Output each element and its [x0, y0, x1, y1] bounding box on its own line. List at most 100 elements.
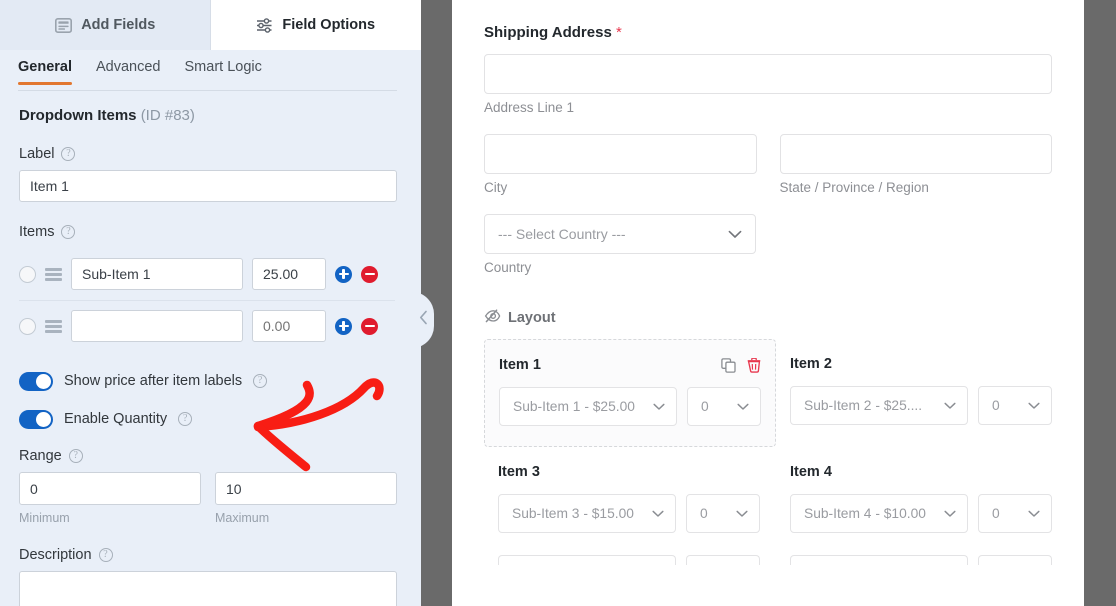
chevron-down-icon — [653, 403, 665, 411]
city-input[interactable] — [484, 134, 757, 174]
city-state-row: City State / Province / Region — [484, 134, 1052, 195]
layout-grid: Item 1 Sub-Item 1 - $25.00 0 Item 2 Sub-… — [484, 339, 1052, 553]
item-select-value: Sub-Item 1 - $25.00 — [513, 399, 635, 414]
show-price-toggle-label: Show price after item labels — [64, 373, 243, 389]
item-select-value: Sub-Item 3 - $15.00 — [512, 506, 634, 521]
city-caption: City — [484, 180, 508, 195]
item-row — [19, 300, 397, 352]
help-icon-enable-quantity[interactable]: ? — [178, 412, 193, 426]
range-min-input[interactable] — [19, 472, 201, 505]
item-price-input[interactable] — [252, 258, 326, 290]
copy-icon[interactable] — [721, 357, 736, 373]
toggle-row-show-price: Show price after item labels ? — [19, 362, 397, 400]
item-name-input[interactable] — [71, 310, 243, 342]
panel-tab-bar: Add Fields Field Options — [0, 0, 421, 50]
item-select[interactable]: Sub-Item 2 - $25.... — [790, 386, 968, 425]
item-select-partial[interactable] — [498, 555, 676, 565]
sub-tab-general[interactable]: General — [18, 59, 72, 85]
tab-field-options-label: Field Options — [282, 17, 376, 33]
quantity-select[interactable]: 0 — [686, 494, 760, 533]
range-inputs: Minimum Maximum — [19, 472, 397, 525]
item-name-input[interactable] — [71, 258, 243, 290]
quantity-select-partial[interactable] — [978, 555, 1052, 565]
chevron-down-icon — [652, 510, 664, 518]
layout-cell-controls: Sub-Item 1 - $25.00 0 — [499, 387, 761, 426]
layout-cell-header: Item 2 — [790, 355, 1054, 373]
add-item-button[interactable] — [335, 265, 352, 283]
trash-icon[interactable] — [747, 357, 761, 373]
show-price-toggle[interactable] — [19, 371, 53, 391]
default-choice-radio[interactable] — [19, 317, 36, 335]
quantity-select-value: 0 — [992, 506, 1000, 521]
layout-cell-title: Item 3 — [498, 464, 540, 480]
help-icon-description[interactable]: ? — [98, 548, 113, 562]
remove-item-button[interactable] — [361, 265, 378, 283]
layout-cell-item-1[interactable]: Item 1 Sub-Item 1 - $25.00 0 — [484, 339, 776, 447]
item-select-partial[interactable] — [790, 555, 968, 565]
layout-cell-item-4[interactable]: Item 4 Sub-Item 4 - $10.00 0 — [776, 447, 1068, 553]
layout-cell-header: Item 1 — [499, 356, 761, 374]
form-preview-panel: Shipping Address * Address Line 1 City S… — [452, 0, 1084, 606]
layout-cell-title: Item 4 — [790, 464, 832, 480]
state-input[interactable] — [779, 134, 1052, 174]
layout-cell-item-2[interactable]: Item 2 Sub-Item 2 - $25.... 0 — [776, 339, 1068, 447]
sub-tab-smart-logic[interactable]: Smart Logic — [185, 59, 262, 84]
drag-handle-icon[interactable] — [45, 319, 62, 333]
layout-cell-controls: Sub-Item 2 - $25.... 0 — [790, 386, 1054, 425]
tab-add-fields[interactable]: Add Fields — [0, 0, 211, 50]
remove-item-button[interactable] — [361, 317, 378, 335]
chevron-down-icon — [737, 403, 749, 411]
range-max-col: Maximum — [215, 472, 397, 525]
shipping-address-title: Shipping Address * — [484, 24, 1052, 41]
layout-section-label: Layout — [508, 310, 556, 326]
default-choice-radio[interactable] — [19, 265, 36, 283]
range-field-header: Range ? — [19, 448, 397, 464]
quantity-select-value: 0 — [992, 398, 1000, 413]
help-icon-show-price[interactable]: ? — [253, 374, 268, 388]
quantity-select[interactable]: 0 — [978, 494, 1052, 533]
item-select[interactable]: Sub-Item 3 - $15.00 — [498, 494, 676, 533]
layout-cell-title: Item 1 — [499, 357, 541, 373]
help-icon-items[interactable]: ? — [61, 225, 76, 239]
item-select[interactable]: Sub-Item 1 - $25.00 — [499, 387, 677, 426]
quantity-select-partial[interactable] — [686, 555, 760, 565]
collapse-panel-handle[interactable] — [412, 292, 434, 348]
country-select-value: --- Select Country --- — [498, 226, 626, 242]
drag-handle-icon[interactable] — [45, 267, 62, 281]
sub-tab-advanced[interactable]: Advanced — [96, 59, 161, 84]
quantity-select-value: 0 — [701, 399, 709, 414]
sliders-icon — [256, 17, 273, 33]
help-icon-range[interactable]: ? — [68, 449, 83, 463]
tab-field-options[interactable]: Field Options — [210, 0, 421, 50]
description-textarea[interactable] — [19, 571, 397, 606]
section-title: Dropdown Items (ID #83) — [19, 107, 397, 124]
layout-cell-item-3[interactable]: Item 3 Sub-Item 3 - $15.00 0 — [484, 447, 776, 553]
layout-cell-header: Item 4 — [790, 463, 1054, 481]
form-fields-icon — [55, 17, 73, 33]
sub-tab-bar: General Advanced Smart Logic — [0, 50, 421, 91]
chevron-down-icon — [944, 510, 956, 518]
item-select-value: Sub-Item 2 - $25.... — [804, 398, 923, 413]
range-max-input[interactable] — [215, 472, 397, 505]
range-min-caption: Minimum — [19, 511, 70, 525]
layout-section-header: Layout — [484, 309, 1052, 327]
add-item-button[interactable] — [335, 317, 352, 335]
enable-quantity-toggle[interactable] — [19, 409, 53, 429]
chevron-left-icon — [419, 310, 428, 330]
address-line-1-input[interactable] — [484, 54, 1052, 94]
layout-cell-partial — [776, 553, 1068, 565]
form-builder-screen: Add Fields Field Options General Advance… — [0, 0, 1116, 606]
country-select[interactable]: --- Select Country --- — [484, 214, 756, 254]
quantity-select-value: 0 — [700, 506, 708, 521]
form-preview-content: Shipping Address * Address Line 1 City S… — [452, 0, 1084, 565]
quantity-select[interactable]: 0 — [978, 386, 1052, 425]
quantity-select[interactable]: 0 — [687, 387, 761, 426]
item-select[interactable]: Sub-Item 4 - $10.00 — [790, 494, 968, 533]
layout-cell-partial — [484, 553, 776, 565]
item-price-input[interactable] — [252, 310, 326, 342]
layout-cell-controls: Sub-Item 4 - $10.00 0 — [790, 494, 1054, 533]
chevron-down-icon — [944, 402, 956, 410]
help-icon-label[interactable]: ? — [61, 147, 76, 161]
layout-cell-actions — [721, 357, 761, 373]
label-input[interactable] — [19, 170, 397, 202]
